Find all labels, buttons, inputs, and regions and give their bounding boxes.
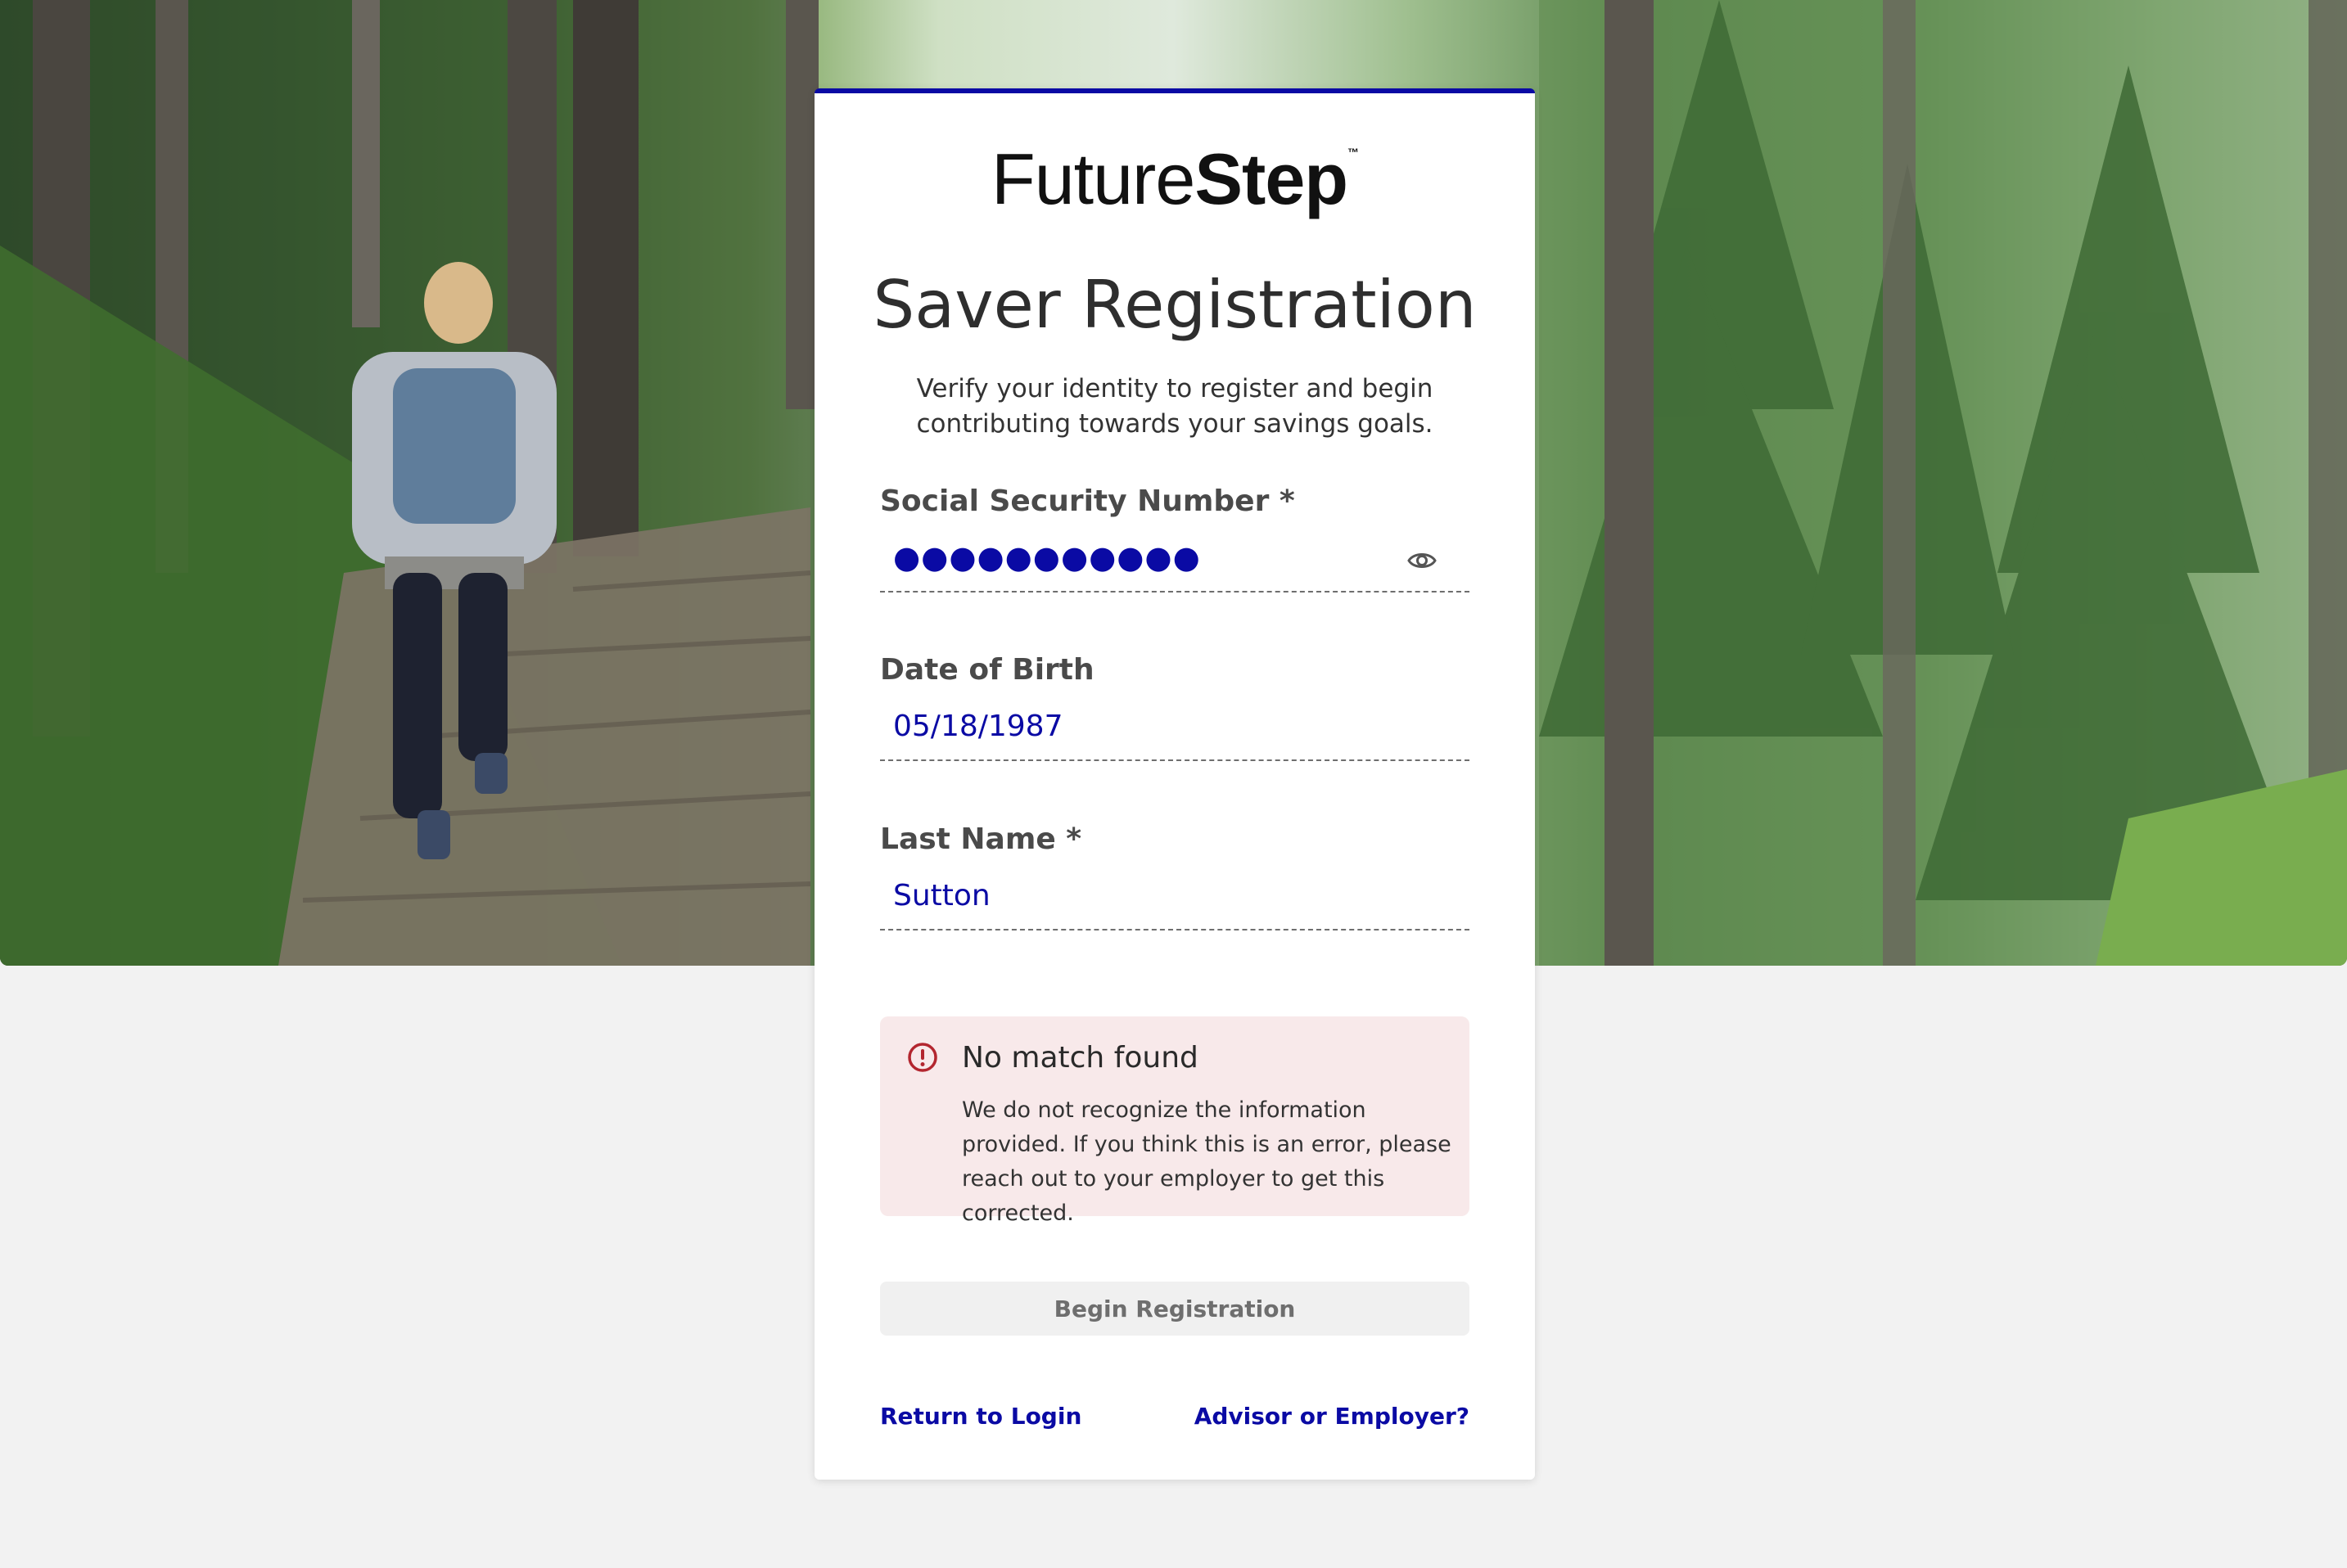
alert-body: We do not recognize the information prov… <box>962 1097 1451 1226</box>
alert-title: No match found <box>962 1041 1198 1075</box>
page-subtitle: Verify your identity to register and beg… <box>916 374 1433 439</box>
last-name-label: Last Name * <box>880 822 1082 856</box>
logo-text-bold: Step <box>1194 138 1348 219</box>
exclamation-circle-icon <box>908 1043 937 1072</box>
logo-text-regular: Future <box>991 138 1195 219</box>
page-title: Saver Registration <box>873 267 1477 343</box>
registration-card: FutureStep™ Saver Registration Verify yo… <box>815 88 1535 1480</box>
return-to-login-link[interactable]: Return to Login <box>880 1403 1081 1430</box>
dob-input[interactable] <box>880 692 1469 761</box>
eye-icon[interactable] <box>1406 544 1438 577</box>
futurestep-logo: FutureStep™ <box>815 137 1535 221</box>
ssn-masked-value: ●●●●●●●●●●● <box>893 539 1201 575</box>
error-alert: No match found We do not recognize the i… <box>880 1016 1469 1226</box>
last-name-input[interactable] <box>880 862 1469 930</box>
dob-label: Date of Birth <box>880 653 1095 687</box>
advisor-or-employer-link[interactable]: Advisor or Employer? <box>1194 1403 1469 1430</box>
ssn-label: Social Security Number * <box>880 484 1295 518</box>
begin-registration-button[interactable]: Begin Registration <box>880 1282 1469 1336</box>
logo-trademark: ™ <box>1347 146 1359 159</box>
